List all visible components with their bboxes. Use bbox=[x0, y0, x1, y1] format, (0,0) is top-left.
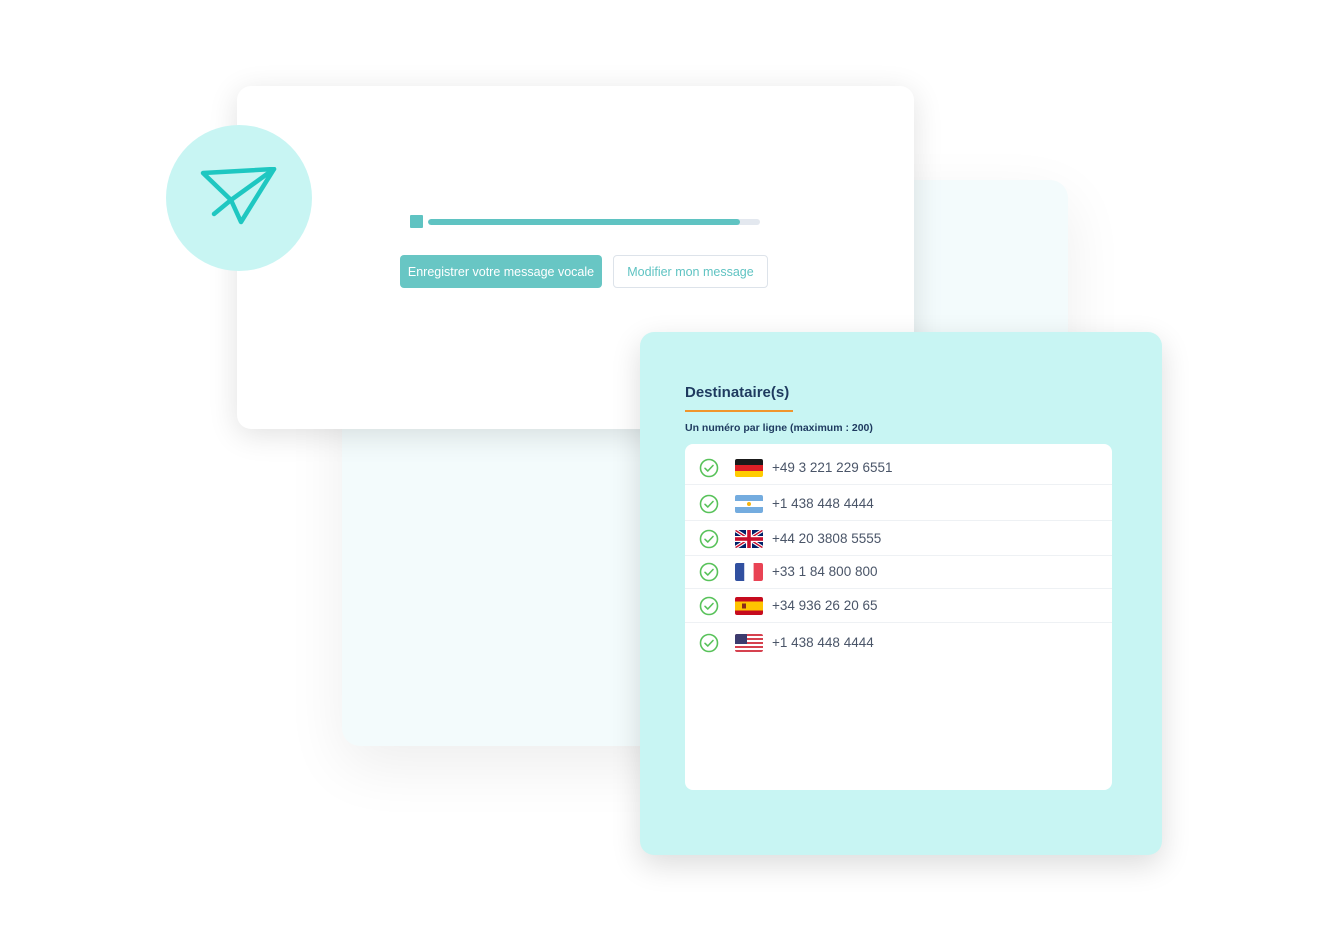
check-circle-icon bbox=[699, 458, 719, 478]
list-item[interactable]: +1 438 448 4444 bbox=[685, 626, 1112, 660]
list-item[interactable]: +49 3 221 229 6551 bbox=[685, 451, 1112, 485]
list-item[interactable]: +44 20 3808 5555 bbox=[685, 522, 1112, 556]
argentina-flag-icon bbox=[735, 495, 763, 513]
recipients-title: Destinataire(s) bbox=[685, 384, 790, 401]
recipients-list[interactable]: +49 3 221 229 6551 +1 438 448 4444 +44 2… bbox=[685, 444, 1112, 790]
phone-number: +33 1 84 800 800 bbox=[772, 564, 878, 579]
edit-message-button[interactable]: Modifier mon message bbox=[613, 255, 768, 288]
list-item[interactable]: +34 936 26 20 65 bbox=[685, 589, 1112, 623]
record-voice-message-button[interactable]: Enregistrer votre message vocale bbox=[400, 255, 602, 288]
recipients-subtitle: Un numéro par ligne (maximum : 200) bbox=[685, 422, 873, 434]
recording-progress bbox=[410, 215, 760, 228]
stop-icon[interactable] bbox=[410, 215, 423, 228]
paper-plane-icon bbox=[200, 167, 277, 225]
uk-flag-icon bbox=[735, 530, 763, 548]
send-icon-badge bbox=[166, 125, 312, 271]
phone-number: +1 438 448 4444 bbox=[772, 496, 874, 511]
phone-number: +49 3 221 229 6551 bbox=[772, 460, 893, 475]
list-item[interactable]: +1 438 448 4444 bbox=[685, 487, 1112, 521]
check-circle-icon bbox=[699, 596, 719, 616]
phone-number: +1 438 448 4444 bbox=[772, 635, 874, 650]
progress-track[interactable] bbox=[428, 219, 760, 225]
check-circle-icon bbox=[699, 494, 719, 514]
usa-flag-icon bbox=[735, 634, 763, 652]
spain-flag-icon bbox=[735, 597, 763, 615]
recipients-card: Destinataire(s) Un numéro par ligne (max… bbox=[640, 332, 1162, 855]
progress-fill bbox=[428, 219, 741, 225]
phone-number: +44 20 3808 5555 bbox=[772, 531, 882, 546]
france-flag-icon bbox=[735, 563, 763, 581]
title-underline bbox=[685, 410, 793, 412]
page: Enregistrer votre message vocale Modifie… bbox=[0, 0, 1332, 951]
check-circle-icon bbox=[699, 633, 719, 653]
list-item[interactable]: +33 1 84 800 800 bbox=[685, 555, 1112, 589]
phone-number: +34 936 26 20 65 bbox=[772, 598, 878, 613]
check-circle-icon bbox=[699, 529, 719, 549]
check-circle-icon bbox=[699, 562, 719, 582]
germany-flag-icon bbox=[735, 459, 763, 477]
